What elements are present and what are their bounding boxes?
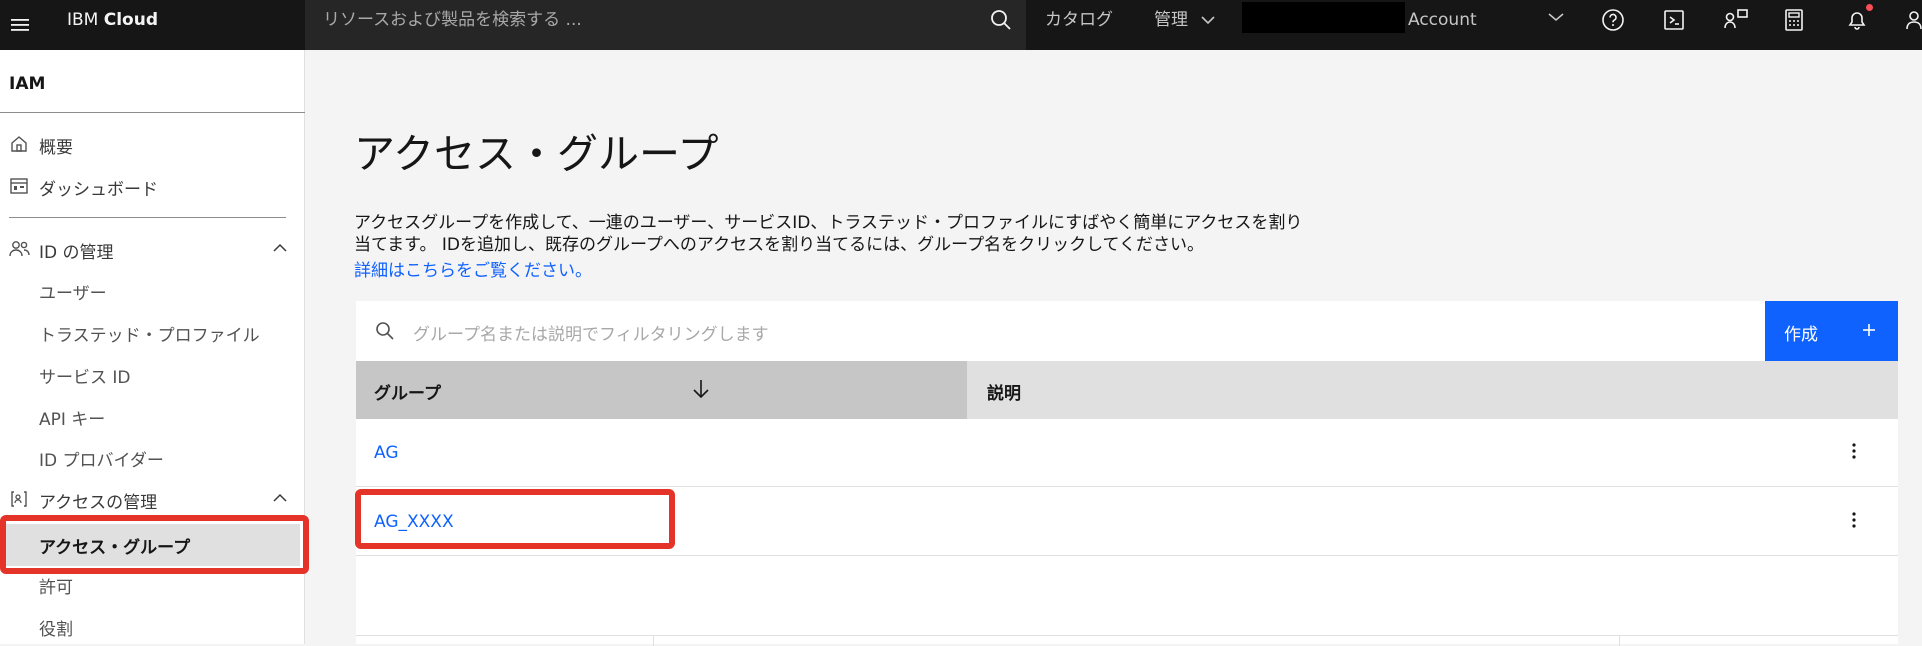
column-header-description: 説明 xyxy=(967,361,1898,419)
table-footer-divider xyxy=(356,635,1898,636)
account-switcher[interactable]: Account xyxy=(1408,0,1477,40)
sidebar-item-label: 許可 xyxy=(39,578,73,598)
global-search-input[interactable]: リソースおよび製品を検索する ... xyxy=(305,0,1026,50)
sidebar-item-roles[interactable]: 役割 xyxy=(0,608,300,644)
cost-estimator-icon[interactable] xyxy=(1723,8,1749,32)
table-footer-divider xyxy=(653,636,654,646)
page-description: アクセスグループを作成して、一連のユーザー、サービスID、トラステッド・プロファ… xyxy=(354,212,1354,256)
column-header-label: グループ xyxy=(374,384,441,404)
nav-catalog[interactable]: カタログ xyxy=(1045,0,1113,40)
brand-prefix: IBM xyxy=(67,10,99,30)
notification-badge xyxy=(1866,4,1873,11)
notification-icon[interactable] xyxy=(1845,8,1869,32)
sidebar-item-label: サービス ID xyxy=(39,368,131,388)
description-line: 当てます。 IDを追加し、既存のグループへのアクセスを割り当てるには、グループ名… xyxy=(354,235,1205,255)
highlight-annotation xyxy=(0,515,309,574)
sidebar-item-trusted-profiles[interactable]: トラステッド・プロファイル xyxy=(0,314,300,350)
overflow-menu-icon[interactable] xyxy=(1850,510,1858,530)
sidebar-item-label: トラステッド・プロファイル xyxy=(39,326,260,346)
sidebar-item-users[interactable]: ユーザー xyxy=(0,272,300,308)
filter-input-placeholder: グループ名または説明でフィルタリングします xyxy=(413,325,769,345)
chevron-down-icon xyxy=(1201,15,1215,25)
sidebar-item-overview[interactable]: 概要 xyxy=(0,125,300,163)
table-footer-divider xyxy=(1619,636,1620,646)
terminal-icon[interactable] xyxy=(1662,8,1686,32)
top-header: IBM Cloud リソースおよび製品を検索する ... カタログ 管理 Acc… xyxy=(0,0,1922,50)
sidebar-title: IAM xyxy=(9,74,46,94)
table-row: AG xyxy=(356,419,1898,487)
sidebar-item-id-providers[interactable]: ID プロバイダー xyxy=(0,439,300,475)
chevron-up-icon[interactable] xyxy=(272,493,288,503)
sidebar-section-id-management[interactable]: ID の管理 xyxy=(0,230,300,268)
create-button[interactable]: 作成 xyxy=(1765,301,1898,361)
highlight-annotation xyxy=(355,489,675,549)
create-button-label: 作成 xyxy=(1784,325,1818,345)
dashboard-icon xyxy=(9,176,29,196)
sidebar-item-label: ID プロバイダー xyxy=(39,451,164,471)
sidebar-item-label: ダッシュボード xyxy=(39,180,158,200)
table-filter-bar[interactable]: グループ名または説明でフィルタリングします xyxy=(356,301,1898,361)
brand-name: Cloud xyxy=(103,10,159,30)
sidebar-item-label: ユーザー xyxy=(39,284,107,304)
column-header-group[interactable]: グループ xyxy=(356,361,967,419)
overflow-menu-icon[interactable] xyxy=(1850,441,1858,461)
brand-logo[interactable]: IBM Cloud xyxy=(67,0,158,50)
sidebar-item-service-ids[interactable]: サービス ID xyxy=(0,356,300,392)
chevron-down-icon[interactable] xyxy=(1548,12,1564,22)
redacted-account-name xyxy=(1242,2,1405,33)
search-icon[interactable] xyxy=(990,9,1012,31)
sidebar-item-dashboard[interactable]: ダッシュボード xyxy=(0,167,300,205)
group-name-link[interactable]: AG xyxy=(374,443,399,463)
nav-manage[interactable]: 管理 xyxy=(1154,0,1215,40)
home-icon xyxy=(9,134,29,154)
chevron-up-icon[interactable] xyxy=(272,243,288,253)
menu-icon[interactable] xyxy=(0,0,40,50)
learn-more-link[interactable]: 詳細はこちらをご覧ください。 xyxy=(354,256,592,281)
global-search-placeholder: リソースおよび製品を検索する ... xyxy=(323,10,582,30)
user-group-icon xyxy=(9,239,31,259)
sidebar-divider xyxy=(0,112,305,113)
column-header-label: 説明 xyxy=(987,384,1021,404)
arrow-down-icon[interactable] xyxy=(691,378,711,400)
access-icon xyxy=(9,489,29,509)
description-line: アクセスグループを作成して、一連のユーザー、サービスID、トラステッド・プロファ… xyxy=(354,213,1303,233)
sidebar-section-label: アクセスの管理 xyxy=(39,493,158,513)
sidebar-section-access-management[interactable]: アクセスの管理 xyxy=(0,480,300,518)
user-icon[interactable] xyxy=(1904,8,1922,32)
calculator-icon[interactable] xyxy=(1783,8,1805,32)
sidebar-item-api-keys[interactable]: API キー xyxy=(0,398,300,434)
sidebar-item-label: 役割 xyxy=(39,620,73,640)
sidebar-section-label: ID の管理 xyxy=(39,243,114,263)
sidebar-item-label: 概要 xyxy=(39,138,73,158)
add-icon xyxy=(1861,322,1877,338)
page-title: アクセス・グループ xyxy=(354,130,719,178)
sidebar-divider xyxy=(9,217,286,218)
nav-manage-label: 管理 xyxy=(1154,10,1188,30)
search-icon xyxy=(375,321,395,341)
sidebar-item-label: API キー xyxy=(39,410,106,430)
help-icon[interactable] xyxy=(1601,8,1625,32)
